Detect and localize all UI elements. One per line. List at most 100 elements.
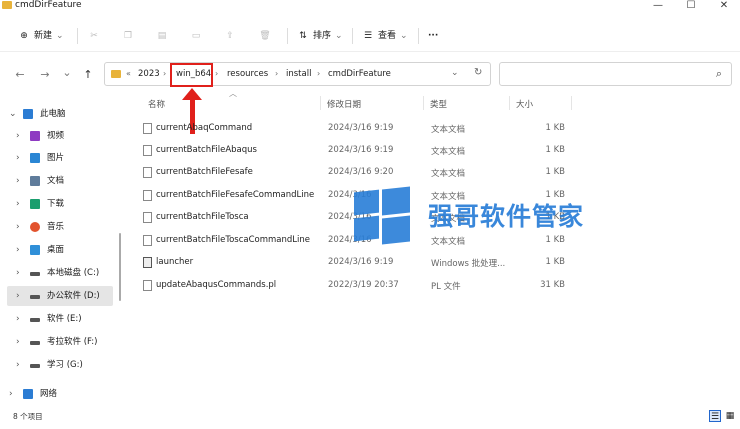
- file-size: 1 KB: [545, 123, 565, 133]
- view-lines-icon: ☰: [363, 31, 373, 41]
- chevron-right-icon[interactable]: ›: [16, 217, 20, 237]
- sidebar-item-drive-f[interactable]: › 考拉软件 (F:): [0, 332, 118, 352]
- window-title: cmdDirFeature: [15, 0, 82, 10]
- sidebar-item-desktop[interactable]: › 桌面: [0, 240, 118, 260]
- file-row[interactable]: updateAbaqusCommands.pl 2022/3/19 20:37 …: [140, 276, 580, 298]
- file-type: 文本文档: [431, 192, 466, 202]
- toolbar-divider: [352, 28, 353, 44]
- drive-e-icon: [30, 318, 40, 322]
- forward-arrow-icon[interactable]: →: [38, 68, 52, 81]
- chevron-right-icon[interactable]: ›: [16, 194, 20, 214]
- chevron-right-icon[interactable]: ›: [16, 148, 20, 168]
- sidebar-item-network[interactable]: › 网络: [0, 384, 118, 404]
- sidebar-item-documents[interactable]: › 文档: [0, 171, 118, 191]
- toolbar-divider: [418, 28, 419, 44]
- file-row[interactable]: currentBatchFileFesafeCommandLine 2024/3…: [140, 186, 580, 208]
- address-bar[interactable]: « 2023 › win_b64 › resources › install ›…: [104, 62, 491, 86]
- file-row[interactable]: currentBatchFileAbaqus 2024/3/16 9:19 文本…: [140, 141, 580, 163]
- column-header-name[interactable]: 名称: [148, 98, 165, 110]
- more-options-button[interactable]: ···: [428, 27, 438, 45]
- up-arrow-icon[interactable]: ↑: [81, 68, 95, 81]
- column-divider[interactable]: [509, 96, 510, 110]
- plus-circle-icon: ⊕: [20, 31, 28, 41]
- chevron-right-icon[interactable]: ›: [9, 384, 13, 404]
- crumb-separator-icon: ›: [275, 69, 279, 78]
- chevron-right-icon[interactable]: ›: [16, 126, 20, 146]
- sidebar-item-drive-g[interactable]: › 学习 (G:): [0, 355, 118, 375]
- chevron-right-icon[interactable]: ›: [16, 240, 20, 260]
- column-divider[interactable]: [320, 96, 321, 110]
- file-row[interactable]: currentAbaqCommand 2024/3/16 9:19 文本文档 1…: [140, 119, 580, 141]
- search-input[interactable]: [506, 68, 706, 80]
- address-dropdown-icon[interactable]: ⌄: [451, 68, 459, 78]
- sidebar-item-this-pc[interactable]: ⌄ 此电脑: [0, 104, 118, 124]
- crumb-cmddirfeature[interactable]: cmdDirFeature: [328, 69, 391, 79]
- recent-locations-icon[interactable]: ⌄: [60, 66, 74, 79]
- sort-button[interactable]: ⇅ 排序 ⌄: [297, 27, 343, 45]
- chevron-right-icon[interactable]: ›: [16, 286, 20, 306]
- title-bar: cmdDirFeature — ☐ ✕: [0, 0, 740, 14]
- sidebar-item-downloads[interactable]: › 下载: [0, 194, 118, 214]
- sidebar-item-videos[interactable]: › 视频: [0, 126, 118, 146]
- chevron-right-icon[interactable]: ›: [16, 332, 20, 352]
- chevron-right-icon[interactable]: ›: [16, 171, 20, 191]
- paste-button[interactable]: ▤: [156, 27, 172, 45]
- copy-button[interactable]: ❐: [122, 27, 138, 45]
- sidebar-item-pictures[interactable]: › 图片: [0, 148, 118, 168]
- delete-button[interactable]: 🗑: [259, 27, 275, 45]
- chevron-down-icon[interactable]: ⌄: [9, 104, 17, 124]
- file-type: 文本文档: [431, 169, 466, 179]
- file-row[interactable]: launcher 2024/3/16 9:19 Windows 批处理... 1…: [140, 253, 580, 275]
- sidebar-item-label: 此电脑: [40, 109, 66, 119]
- column-divider[interactable]: [571, 96, 572, 110]
- file-row[interactable]: currentBatchFileFesafe 2024/3/16 9:20 文本…: [140, 163, 580, 185]
- drive-g-icon: [30, 364, 40, 368]
- sidebar-item-drive-e[interactable]: › 软件 (E:): [0, 309, 118, 329]
- close-button[interactable]: ✕: [712, 0, 736, 12]
- sidebar-item-drive-d[interactable]: › 办公软件 (D:): [7, 286, 113, 306]
- sidebar-scrollbar[interactable]: [119, 233, 121, 301]
- back-arrow-icon[interactable]: ←: [13, 68, 27, 81]
- sidebar-item-drive-c[interactable]: › 本地磁盘 (C:): [0, 263, 118, 283]
- tiles-view-button[interactable]: ▦: [724, 410, 736, 422]
- sidebar-item-label: 学习 (G:): [47, 360, 83, 370]
- rename-icon: ▭: [191, 31, 201, 41]
- file-date: 2024/3/16: [328, 190, 372, 200]
- chevron-right-icon[interactable]: ›: [16, 355, 20, 375]
- chevron-right-icon[interactable]: ›: [16, 309, 20, 329]
- file-name: currentBatchFileAbaqus: [156, 145, 257, 155]
- copy-icon: ❐: [123, 31, 133, 41]
- view-label: 查看: [378, 31, 397, 41]
- rename-button[interactable]: ▭: [190, 27, 206, 45]
- crumb-install[interactable]: install: [286, 69, 311, 79]
- file-date: 2024/3/16: [328, 235, 372, 245]
- maximize-button[interactable]: ☐: [679, 0, 703, 12]
- refresh-icon[interactable]: ↻: [474, 67, 482, 78]
- crumb-2023[interactable]: 2023: [138, 69, 160, 79]
- chevron-right-icon[interactable]: ›: [16, 263, 20, 283]
- share-button[interactable]: ⇪: [224, 27, 240, 45]
- file-size: 1 KB: [545, 145, 565, 155]
- details-view-button[interactable]: ☰: [709, 410, 721, 422]
- column-header-date[interactable]: 修改日期: [327, 98, 361, 110]
- sidebar-item-music[interactable]: › 音乐: [0, 217, 118, 237]
- sidebar-item-label: 网络: [40, 389, 58, 399]
- crumb-resources[interactable]: resources: [227, 69, 268, 79]
- column-header-size[interactable]: 大小: [516, 98, 533, 110]
- search-box[interactable]: ⌕: [499, 62, 732, 86]
- new-button[interactable]: ⊕ 新建 ⌄: [18, 27, 63, 45]
- file-date: 2022/3/19 20:37: [328, 280, 399, 290]
- column-header-type[interactable]: 类型: [430, 98, 447, 110]
- minimize-button[interactable]: —: [646, 0, 670, 12]
- file-row[interactable]: currentBatchFileToscaCommandLine 2024/3/…: [140, 231, 580, 253]
- sidebar-item-label: 视频: [47, 131, 65, 141]
- sidebar-item-label: 下载: [47, 199, 65, 209]
- toolbar-divider: [77, 28, 78, 44]
- view-button[interactable]: ☰ 查看 ⌄: [362, 27, 408, 45]
- overflow-chevron-icon[interactable]: «: [126, 69, 131, 78]
- column-divider[interactable]: [423, 96, 424, 110]
- cut-button[interactable]: ✂: [88, 27, 104, 45]
- file-row[interactable]: currentBatchFileTosca 2024/3/16 文本文档 1 K…: [140, 208, 580, 230]
- chevron-down-icon: ⌄: [335, 31, 343, 41]
- sort-icon: ⇅: [299, 31, 307, 41]
